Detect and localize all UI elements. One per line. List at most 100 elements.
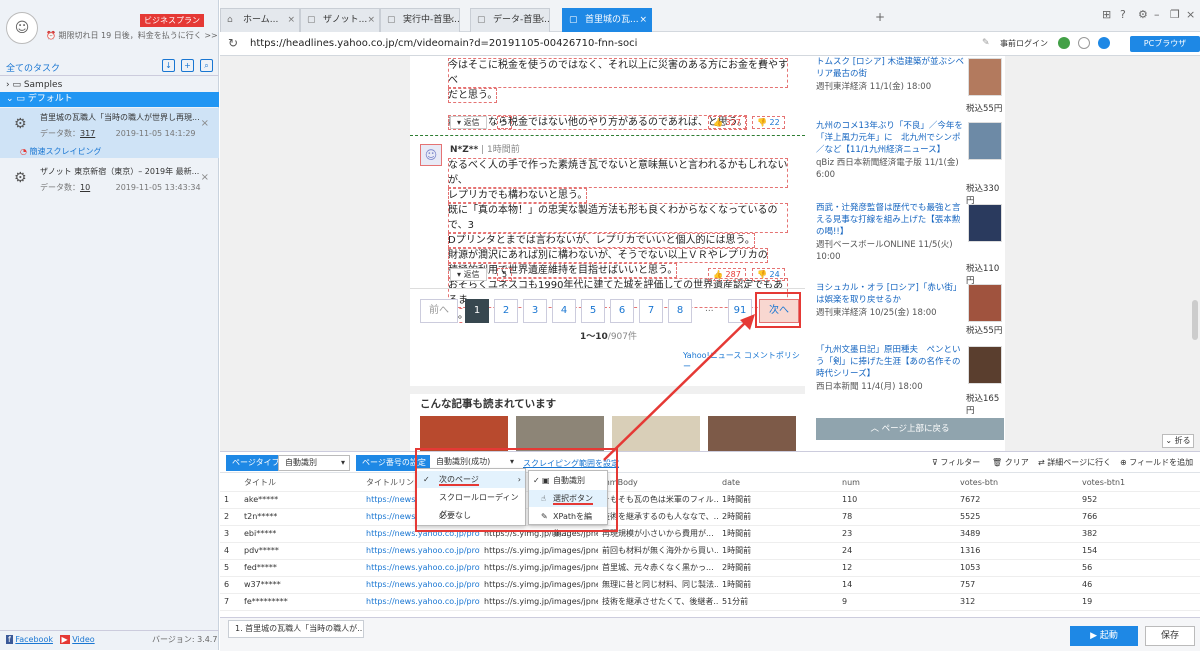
browser-tab-bar: ⌂ ホーム... × ▢ ザノット... × ▢ 実行中-首里... × ▢ データ-首里..… [220,0,1200,32]
help-icon[interactable]: ? [1120,8,1126,21]
close-window-icon[interactable]: × [1186,8,1195,21]
page-icon: ▢ [307,15,316,25]
col-header[interactable]: date [718,474,838,492]
page-1[interactable]: 1 [465,299,489,323]
page-scrollbar[interactable] [1192,300,1198,340]
close-icon[interactable]: × [201,118,209,129]
close-icon[interactable]: × [447,9,455,31]
upvote-button[interactable]: 👍 327 [708,116,746,129]
article-thumb[interactable] [968,58,1002,96]
filter-button[interactable]: ⊽ フィルター [932,457,980,468]
page-4[interactable]: 4 [552,299,576,323]
back-to-top-button[interactable]: ︿ ページ上部に戻る [816,418,1004,440]
url-field[interactable]: https://headlines.yahoo.co.jp/cm/videoma… [250,38,637,49]
edit-icon[interactable]: ✎ [982,38,990,48]
gift-icon[interactable]: ⊞ [1102,8,1111,21]
robot-avatar-icon: ☺ [6,12,38,44]
save-button[interactable]: 保存 [1145,626,1195,646]
article-price: 税込165円 [966,394,1000,416]
table-row[interactable]: 6w37*****https://news.yahoo.co.jp/profil… [220,576,1200,594]
article-thumb[interactable] [968,284,1002,322]
related-title: こんな記事も読まれています [420,398,557,410]
page-type-select[interactable]: 自動識別 ▾ [278,455,350,471]
user-icon[interactable] [1098,37,1110,49]
page-3[interactable]: 3 [523,299,547,323]
close-icon[interactable]: × [367,9,375,31]
task-name: 首里城の瓦職人「当時の職人が世界し再現... [40,113,200,122]
new-task-icon[interactable]: + [181,59,194,72]
close-icon[interactable]: × [287,9,295,31]
caret-down-icon: ▾ [340,458,345,467]
folder-samples[interactable]: › ▭ Samples [0,78,219,93]
tab-data[interactable]: ▢ データ-首里... × [470,8,550,32]
table-row[interactable]: 2t2n*****https://news.yahoo.co.jp/profil… [220,508,1200,526]
col-header[interactable]: タイトル [240,474,362,492]
link-icon: ⇄ [1038,458,1048,467]
col-header[interactable]: num [838,474,956,492]
article-thumb[interactable] [968,346,1002,384]
table-row[interactable]: 7 fe********* https://news.yahoo.co.jp/pro… [220,593,1200,611]
tab-active[interactable]: ▢ 首里城の瓦... × [562,8,652,32]
video-link[interactable]: Video [72,635,94,644]
article-title[interactable]: ヨシュカル・オラ [ロシア]「赤い街」は娯楽を取り戻せるか [816,282,966,306]
tab-page[interactable]: ▢ ザノット... × [300,8,380,32]
tab-running[interactable]: ▢ 実行中-首里... × [380,8,460,32]
search-icon[interactable]: ⌕ [200,59,213,72]
settings-icon[interactable]: ⚙ [1138,8,1148,21]
task-tab[interactable]: 1. 首里城の瓦職人「当時の職人が... [228,620,364,638]
downvote-button[interactable]: 👎 22 [752,116,785,129]
article-thumb[interactable] [968,204,1002,242]
minimize-icon[interactable]: – [1154,8,1160,21]
data-count[interactable]: 10 [80,183,90,192]
related-thumb[interactable] [516,416,604,451]
tasks-header: 全てのタスク ↓ + ⌕ [0,58,219,76]
close-icon[interactable]: × [639,9,647,31]
article-item[interactable]: 西武・辻発彦監督は歴代でも最強と言える見事な打線を組み上げた【張本勲の喝!!】 … [816,202,966,263]
col-header[interactable] [220,474,240,492]
tab-home[interactable]: ⌂ ホーム... × [220,8,300,32]
new-tab-button[interactable]: + [875,10,885,24]
maximize-icon[interactable]: ❐ [1170,8,1180,21]
table-row[interactable]: 5fed*****https://news.yahoo.co.jp/profil… [220,559,1200,577]
article-item[interactable]: 「九州文墨日記」原田種夫 ぺンという「剣」に捧げた生涯【あの名作その時代シリーズ… [816,344,966,393]
expiry-notice[interactable]: ⏰ 期限切れ日 19 日後，料金を払うに行く >> [46,30,218,41]
article-title[interactable]: 九州のコメ13年ぶり「不良」／今年を「洋上風力元年」に 北九州でシンポ／など【1… [816,120,966,156]
related-thumb[interactable] [420,416,508,451]
collapse-button[interactable]: ⌄ 折る [1162,434,1194,448]
facebook-link[interactable]: Facebook [15,635,53,644]
all-tasks-label[interactable]: 全てのタスク [6,61,60,74]
run-button[interactable]: ▶ 起動 [1070,626,1138,646]
col-header[interactable]: votes-btn [956,474,1078,492]
add-field-button[interactable]: ⊕ フィールドを追加 [1120,457,1193,468]
clear-button[interactable]: 🗑 クリア [992,457,1029,468]
reply-button[interactable]: ▾ 返信 [450,268,487,281]
article-title[interactable]: 「九州文墨日記」原田種夫 ぺンという「剣」に捧げた生涯【あの名作その時代シリーズ… [816,344,966,380]
col-header[interactable]: votes-btn1 [1078,474,1200,492]
article-title[interactable]: トムスク [ロシア] 木造建築が並ぶシベリア最古の街 [816,56,966,80]
downvote-button[interactable]: 👎 24 [752,268,785,281]
close-icon[interactable]: × [201,172,209,183]
pre-login-button[interactable]: 事前ログイン [1000,38,1048,49]
table-row[interactable]: 4pdv*****https://news.yahoo.co.jp/profil… [220,542,1200,560]
prev-page-button[interactable]: 前へ [420,299,458,323]
article-item[interactable]: トムスク [ロシア] 木造建築が並ぶシベリア最古の街 週刊東洋経済 11/1(金… [816,56,966,93]
upvote-button[interactable]: 👍 287 [708,268,746,281]
reload-icon[interactable]: ↻ [228,36,238,50]
import-icon[interactable]: ↓ [162,59,175,72]
data-count[interactable]: 317 [80,129,95,138]
task-item[interactable]: ⚙ ザノット 東京新宿（東京）– 2019年 最新... データ数：10 201… [0,162,219,202]
article-thumb[interactable] [968,122,1002,160]
article-item[interactable]: ヨシュカル・オラ [ロシア]「赤い街」は娯楽を取り戻せるか 週刊東洋経済 10/… [816,282,966,319]
username[interactable]: N*Z** [450,145,478,155]
table-row[interactable]: 3ebi*****https://news.yahoo.co.jp/profil… [220,525,1200,543]
folder-default[interactable]: ⌄ ▭ デフォルト [0,92,219,107]
table-row[interactable]: 1ake*****https://news.yahoo.co.jp/profil… [220,491,1200,509]
reply-button[interactable]: ▾ 返信 [450,116,487,129]
article-title[interactable]: 西武・辻発彦監督は歴代でも最強と言える見事な打線を組み上げた【張本勲の喝!!】 [816,202,966,238]
detail-page-button[interactable]: ⇄ 詳細ページに行く [1038,457,1111,468]
plan-badge: ビジネスプラン [140,14,204,27]
page-2[interactable]: 2 [494,299,518,323]
article-item[interactable]: 九州のコメ13年ぶり「不良」／今年を「洋上風力元年」に 北九州でシンポ／など【1… [816,120,966,181]
pc-browser-dropdown[interactable]: PCブラウザ [1130,36,1200,52]
close-icon[interactable]: × [537,9,545,31]
